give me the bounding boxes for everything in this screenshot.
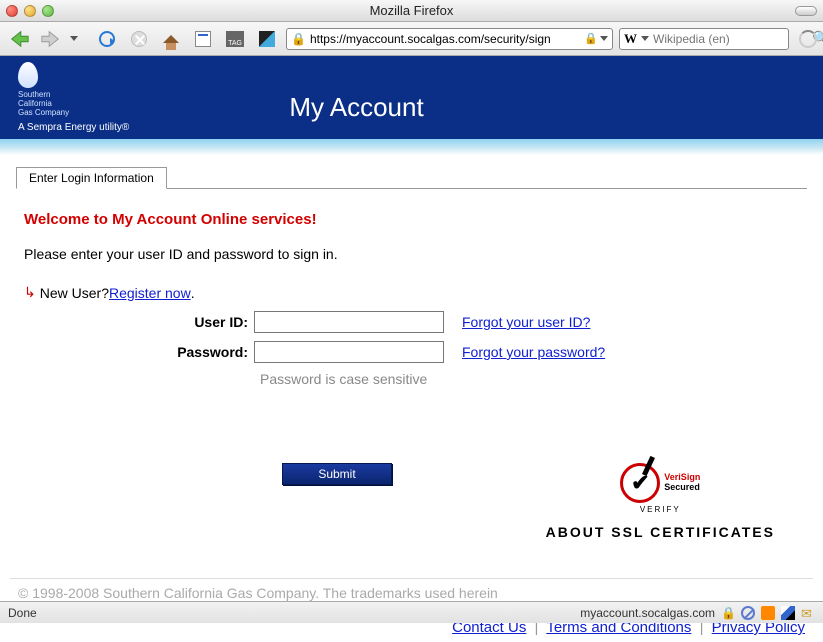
password-input[interactable]: [254, 341, 444, 363]
stop-icon: [131, 31, 147, 47]
back-button[interactable]: [6, 26, 32, 52]
tag-button[interactable]: TAG: [222, 26, 248, 52]
tab-login-info[interactable]: Enter Login Information: [16, 167, 167, 189]
copyright-line1: © 1998-2008 Southern California Gas Comp…: [18, 585, 805, 601]
logo-sempra: A Sempra Energy utility®: [18, 122, 129, 133]
forward-button[interactable]: [38, 26, 64, 52]
mail-icon[interactable]: ✉: [801, 606, 815, 620]
stop-button[interactable]: [126, 26, 152, 52]
flame-icon: [18, 62, 38, 88]
page-title: My Account: [289, 92, 423, 123]
login-panel: Welcome to My Account Online services! P…: [10, 189, 813, 550]
verisign-seal-icon: ✔: [620, 463, 660, 503]
userid-label: User ID:: [24, 314, 254, 330]
site-header: Southern California Gas Company A Sempra…: [0, 56, 823, 139]
home-icon: [163, 35, 179, 43]
reload-button[interactable]: [94, 26, 120, 52]
tag-icon: TAG: [226, 31, 244, 47]
news-button[interactable]: [190, 26, 216, 52]
company-logo: Southern California Gas Company A Sempra…: [18, 62, 129, 132]
url-dropdown-icon[interactable]: [600, 36, 608, 41]
logo-line3: Gas Company: [18, 109, 129, 118]
nav-history-dropdown-icon[interactable]: [70, 36, 78, 41]
status-lock-icon: 🔒: [721, 606, 735, 620]
palette-button[interactable]: [254, 26, 280, 52]
ssl-certificates-title: ABOUT SSL CERTIFICATES: [546, 524, 775, 540]
login-form: User ID: Forgot your user ID? Password: …: [24, 311, 799, 540]
rss-icon[interactable]: [761, 606, 775, 620]
noscript-icon[interactable]: [741, 606, 755, 620]
password-label: Password:: [24, 344, 254, 360]
content-area: Enter Login Information Welcome to My Ac…: [0, 155, 823, 642]
status-domain: myaccount.socalgas.com: [580, 606, 715, 620]
header-stripe: [0, 139, 823, 155]
search-box[interactable]: W 🔍: [619, 28, 789, 50]
verisign-verify: VERIFY: [546, 505, 775, 514]
search-engine-dropdown-icon[interactable]: [641, 36, 649, 41]
forgot-userid-link[interactable]: Forgot your user ID?: [462, 314, 590, 330]
tab-strip: Enter Login Information: [16, 167, 807, 189]
activity-spinner-icon: [799, 30, 817, 48]
password-note: Password is case sensitive: [260, 371, 799, 387]
delicious-icon[interactable]: [781, 606, 795, 620]
palette-icon: [259, 31, 275, 47]
arrow-icon: ↳: [24, 284, 36, 301]
verisign-badge[interactable]: ✔ VeriSign Secured: [546, 463, 775, 503]
home-button[interactable]: [158, 26, 184, 52]
new-user-row: ↳ New User? Register now .: [24, 284, 799, 301]
url-text: https://myaccount.socalgas.com/security/…: [310, 32, 580, 46]
news-icon: [195, 31, 211, 47]
userid-input[interactable]: [254, 311, 444, 333]
new-user-prefix: New User?: [40, 285, 109, 301]
forgot-password-link[interactable]: Forgot your password?: [462, 344, 605, 360]
submit-button[interactable]: Submit: [282, 463, 392, 485]
verisign-line2: Secured: [664, 483, 700, 493]
register-link[interactable]: Register now: [109, 285, 191, 301]
window-titlebar: Mozilla Firefox: [0, 0, 823, 22]
verisign-block: ✔ VeriSign Secured VERIFY ABOUT SSL CERT…: [546, 463, 775, 540]
status-bar: Done myaccount.socalgas.com 🔒 ✉: [0, 601, 823, 623]
status-text: Done: [8, 606, 37, 620]
search-input[interactable]: [653, 32, 808, 46]
login-instruction: Please enter your user ID and password t…: [24, 246, 799, 262]
window-title: Mozilla Firefox: [0, 3, 823, 18]
ssl-lock-icon: 🔒: [291, 32, 306, 46]
url-bar[interactable]: 🔒 https://myaccount.socalgas.com/securit…: [286, 28, 613, 50]
register-suffix: .: [191, 285, 195, 301]
browser-toolbar: TAG 🔒 https://myaccount.socalgas.com/sec…: [0, 22, 823, 56]
reload-icon: [99, 31, 115, 47]
search-engine-icon[interactable]: W: [624, 31, 637, 47]
site-favicon: 🔒: [584, 32, 598, 45]
welcome-heading: Welcome to My Account Online services!: [24, 211, 799, 228]
